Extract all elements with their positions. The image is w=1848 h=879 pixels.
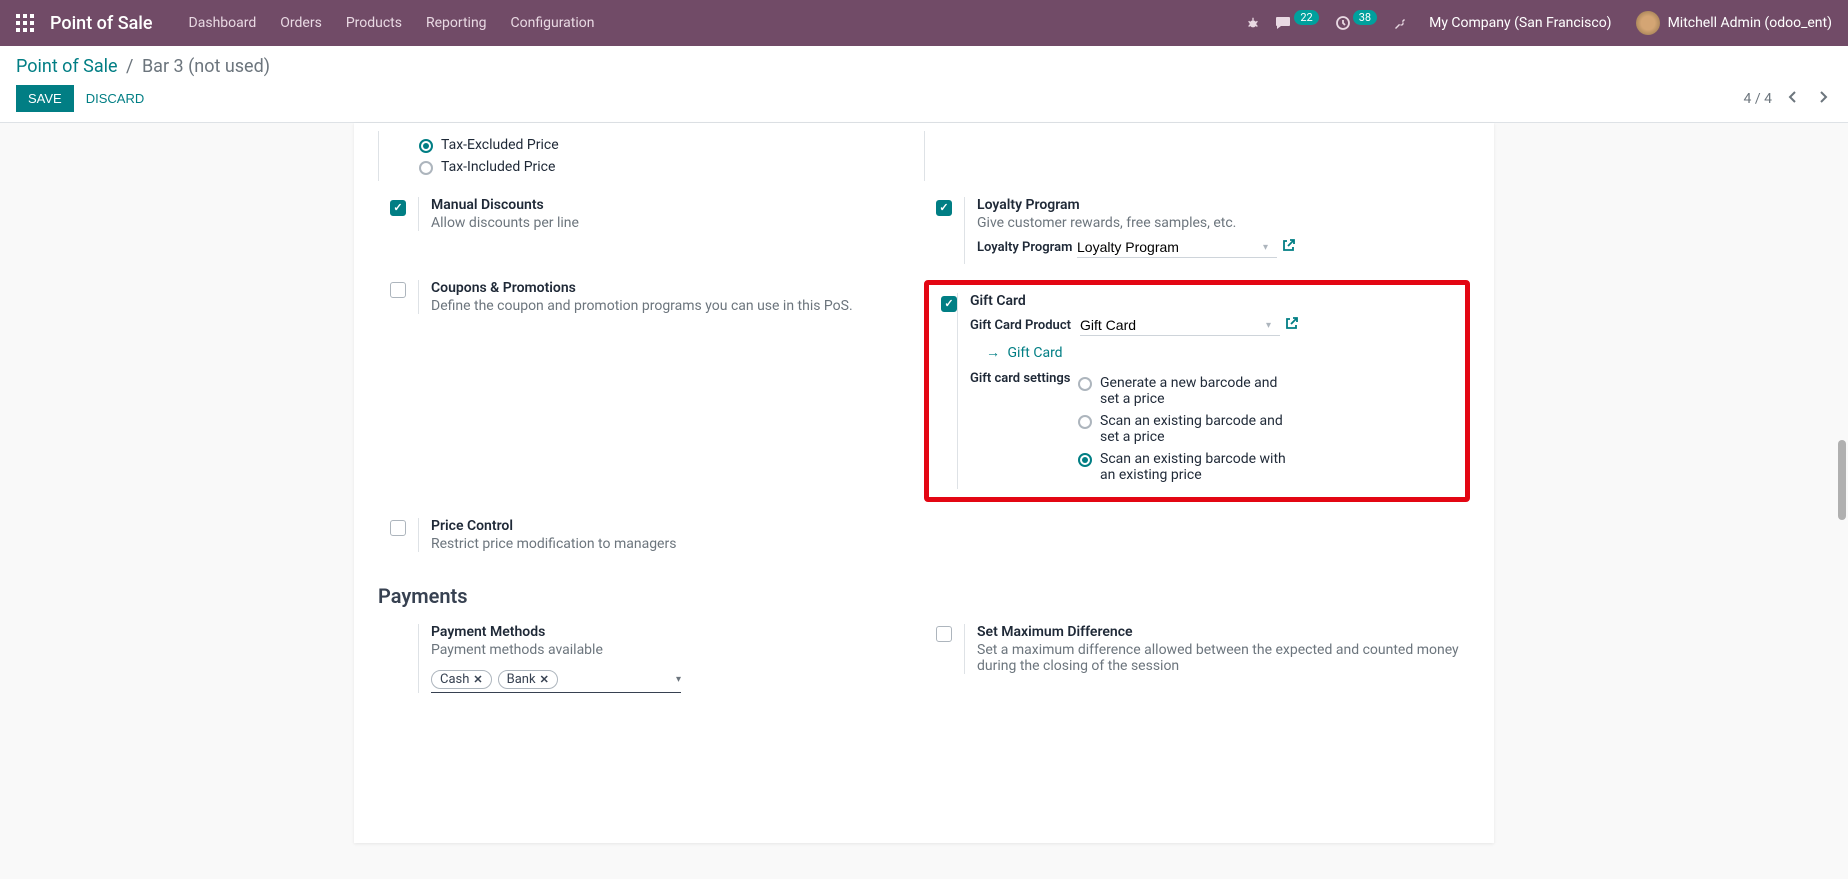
input-gc-product[interactable] bbox=[1080, 315, 1280, 336]
checkbox-price-control[interactable] bbox=[390, 520, 406, 536]
pager-next[interactable] bbox=[1814, 88, 1832, 109]
control-panel: Point of Sale / Bar 3 (not used) Save Di… bbox=[0, 46, 1848, 123]
top-navbar: Point of Sale Dashboard Orders Products … bbox=[0, 0, 1848, 46]
label-loyalty-program: Loyalty Program bbox=[977, 240, 1077, 255]
tag-bank-remove[interactable]: ✕ bbox=[540, 673, 549, 686]
company-switcher[interactable]: My Company (San Francisco) bbox=[1417, 15, 1623, 31]
label-tax-excluded: Tax-Excluded Price bbox=[441, 137, 559, 153]
breadcrumb-sep: / bbox=[126, 56, 133, 77]
tags-caret[interactable]: ▾ bbox=[676, 674, 681, 685]
app-brand[interactable]: Point of Sale bbox=[50, 13, 153, 34]
label-gc-opt1: Generate a new barcode and set a price bbox=[1100, 375, 1300, 407]
radio-gc-opt1[interactable] bbox=[1078, 377, 1092, 391]
radio-tax-included[interactable] bbox=[419, 161, 433, 175]
external-link-loyalty[interactable] bbox=[1282, 239, 1295, 256]
breadcrumb-current: Bar 3 (not used) bbox=[142, 56, 270, 77]
user-avatar[interactable] bbox=[1636, 11, 1660, 35]
checkbox-manual-discounts[interactable] bbox=[390, 200, 406, 216]
link-gift-card[interactable]: Gift Card bbox=[1007, 345, 1062, 361]
input-payment-methods[interactable]: Cash ✕ Bank ✕ ▾ bbox=[431, 670, 681, 693]
pager-prev[interactable] bbox=[1784, 88, 1802, 109]
label-tax-included: Tax-Included Price bbox=[441, 159, 555, 175]
label-gc-settings: Gift card settings bbox=[970, 369, 1078, 386]
checkbox-max-difference[interactable] bbox=[936, 626, 952, 642]
title-gift-card: Gift Card bbox=[970, 293, 1465, 309]
tag-cash-label: Cash bbox=[440, 672, 469, 687]
caret-gc-product[interactable]: ▾ bbox=[1266, 320, 1271, 331]
gift-card-highlight: Gift Card Gift Card Product ▾ → Gift Car… bbox=[924, 280, 1470, 502]
save-button[interactable]: Save bbox=[16, 85, 74, 112]
nav-dashboard[interactable]: Dashboard bbox=[177, 15, 269, 31]
pager: 4 / 4 bbox=[1744, 88, 1832, 109]
radio-gc-opt2[interactable] bbox=[1078, 415, 1092, 429]
tag-bank-label: Bank bbox=[507, 672, 536, 687]
bug-icon[interactable] bbox=[1238, 16, 1268, 30]
arrow-right-icon: → bbox=[986, 345, 1000, 361]
title-loyalty: Loyalty Program bbox=[977, 197, 1470, 213]
activities-icon[interactable]: 38 bbox=[1327, 15, 1385, 31]
title-payment-methods: Payment Methods bbox=[431, 624, 924, 640]
external-link-gc-product[interactable] bbox=[1285, 317, 1298, 334]
nav-reporting[interactable]: Reporting bbox=[414, 15, 499, 31]
desc-coupons: Define the coupon and promotion programs… bbox=[431, 298, 924, 314]
title-manual-discounts: Manual Discounts bbox=[431, 197, 924, 213]
checkbox-coupons[interactable] bbox=[390, 282, 406, 298]
activities-badge: 38 bbox=[1353, 10, 1377, 25]
label-gc-product: Gift Card Product bbox=[970, 318, 1080, 333]
messages-badge: 22 bbox=[1294, 10, 1318, 25]
apps-icon[interactable] bbox=[16, 14, 34, 32]
desc-loyalty: Give customer rewards, free samples, etc… bbox=[977, 215, 1470, 231]
checkbox-loyalty[interactable] bbox=[936, 200, 952, 216]
debug-icon[interactable] bbox=[1385, 15, 1417, 31]
title-max-difference: Set Maximum Difference bbox=[977, 624, 1470, 640]
form-sheet: Tax-Excluded Price Tax-Included Price Ma… bbox=[354, 123, 1494, 843]
caret-loyalty[interactable]: ▾ bbox=[1263, 242, 1268, 253]
tag-cash[interactable]: Cash ✕ bbox=[431, 670, 492, 689]
radio-gc-opt3[interactable] bbox=[1078, 453, 1092, 467]
input-loyalty-program[interactable] bbox=[1077, 237, 1277, 258]
discard-button[interactable]: Discard bbox=[74, 85, 157, 112]
section-payments: Payments bbox=[378, 584, 1470, 608]
checkbox-gift-card[interactable] bbox=[941, 296, 957, 312]
tag-bank[interactable]: Bank ✕ bbox=[498, 670, 558, 689]
label-gc-opt2: Scan an existing barcode and set a price bbox=[1100, 413, 1300, 445]
desc-price-control: Restrict price modification to managers bbox=[431, 536, 924, 552]
breadcrumb-root[interactable]: Point of Sale bbox=[16, 56, 118, 77]
desc-max-difference: Set a maximum difference allowed between… bbox=[977, 642, 1470, 674]
user-menu[interactable]: Mitchell Admin (odoo_ent) bbox=[1668, 15, 1832, 31]
nav-orders[interactable]: Orders bbox=[268, 15, 334, 31]
breadcrumb: Point of Sale / Bar 3 (not used) bbox=[16, 56, 1832, 77]
desc-payment-methods: Payment methods available bbox=[431, 642, 924, 658]
desc-manual-discounts: Allow discounts per line bbox=[431, 215, 924, 231]
pager-value[interactable]: 4 / 4 bbox=[1744, 91, 1772, 107]
title-coupons: Coupons & Promotions bbox=[431, 280, 924, 296]
nav-products[interactable]: Products bbox=[334, 15, 414, 31]
messages-icon[interactable]: 22 bbox=[1268, 16, 1326, 31]
radio-tax-excluded[interactable] bbox=[419, 139, 433, 153]
tag-cash-remove[interactable]: ✕ bbox=[473, 673, 482, 686]
nav-configuration[interactable]: Configuration bbox=[499, 15, 607, 31]
label-gc-opt3: Scan an existing barcode with an existin… bbox=[1100, 451, 1300, 483]
title-price-control: Price Control bbox=[431, 518, 924, 534]
scrollbar-thumb[interactable] bbox=[1838, 440, 1846, 520]
